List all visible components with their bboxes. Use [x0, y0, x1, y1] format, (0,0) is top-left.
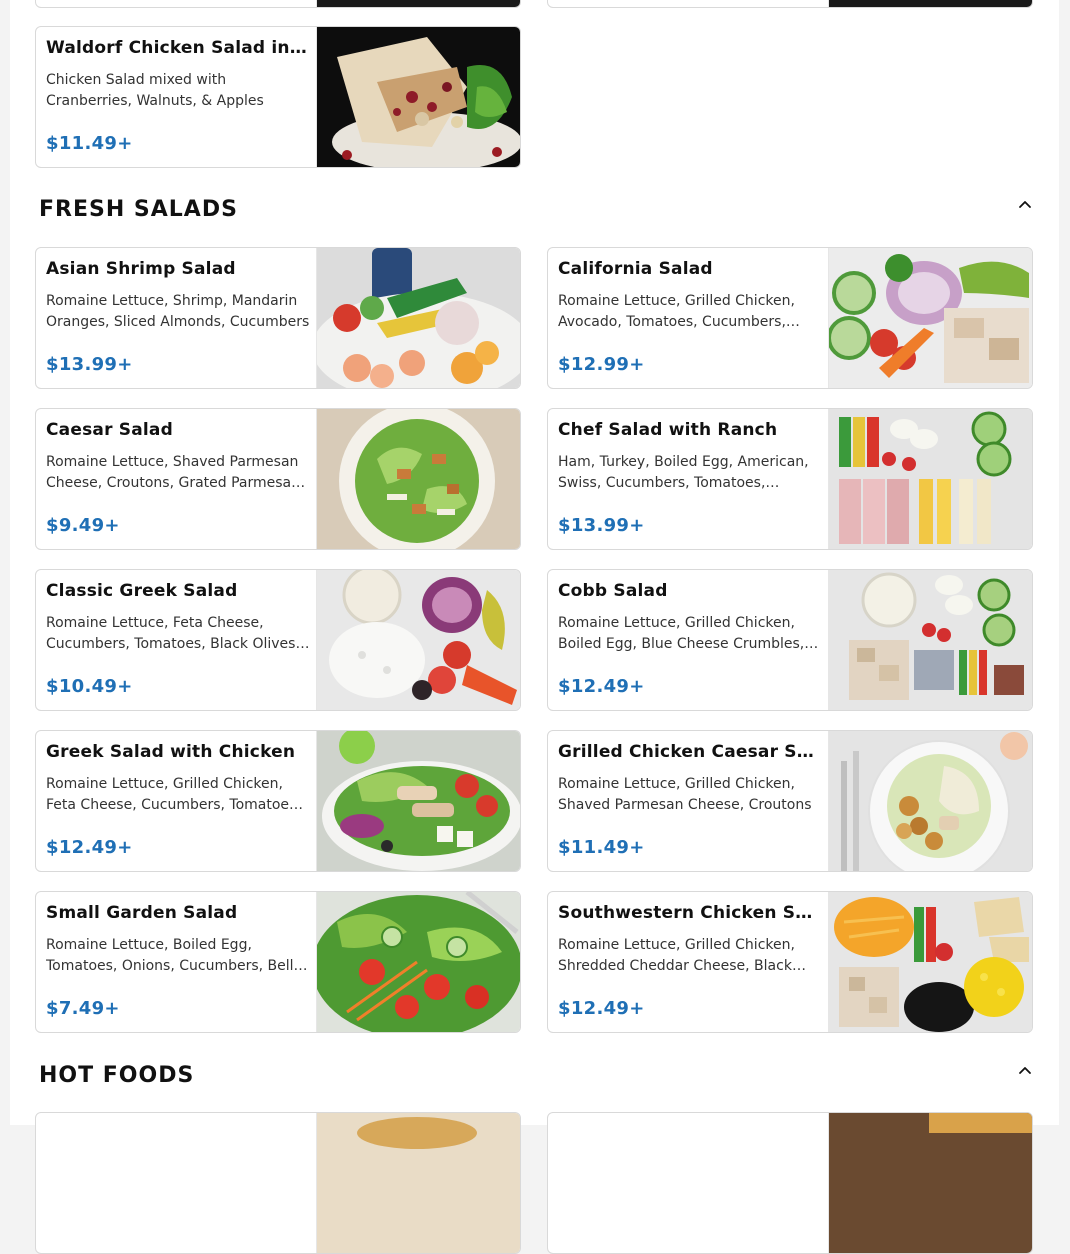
- section-title-fresh-salads: FRESH SALADS: [39, 197, 238, 222]
- item-description: Romaine Lettuce, Boiled Egg, Tomatoes, O…: [46, 937, 294, 974]
- food-photo: [828, 1113, 1032, 1253]
- item-description: Romaine Lettuce, Grilled Chicken, Feta C…: [46, 776, 301, 813]
- item-price: $12.49+: [46, 837, 133, 858]
- item-description: Romaine Lettuce, Grilled Chicken, Shredd…: [558, 937, 795, 974]
- food-photo: [316, 409, 520, 549]
- item-name: California Salad: [558, 259, 713, 279]
- food-photo: [316, 27, 520, 167]
- item-price: $10.49+: [46, 676, 133, 697]
- food-photo: [828, 0, 1032, 7]
- food-photo: [316, 1113, 520, 1253]
- menu-item-card[interactable]: California Salad Romaine Lettuce, Grille…: [547, 247, 1033, 389]
- item-name: Grilled Chicken Caesar Salad: [558, 742, 822, 762]
- item-description: Romaine Lettuce, Grilled Chicken, Avocad…: [558, 293, 795, 330]
- item-price: $9.49+: [46, 515, 120, 536]
- item-description: Ham, Turkey, Boiled Egg, American, Swiss…: [558, 454, 809, 491]
- item-name: Waldorf Chicken Salad in Wrap: [46, 38, 310, 58]
- menu-item-card[interactable]: Waldorf Chicken Salad in Wrap Chicken Sa…: [35, 26, 521, 168]
- item-name: Caesar Salad: [46, 420, 173, 440]
- food-photo: [316, 248, 520, 388]
- item-price: $12.49+: [558, 676, 645, 697]
- item-description: Romaine Lettuce, Feta Cheese, Cucumbers,…: [46, 615, 300, 652]
- item-name: Asian Shrimp Salad: [46, 259, 236, 279]
- item-price: $7.49+: [46, 998, 120, 1019]
- menu-item-card[interactable]: Southwestern Chicken Salad Romaine Lettu…: [547, 891, 1033, 1033]
- menu-item-card[interactable]: Small Garden Salad Romaine Lettuce, Boil…: [35, 891, 521, 1033]
- item-name: Southwestern Chicken Salad: [558, 903, 822, 923]
- food-photo: [828, 731, 1032, 871]
- menu-item-card[interactable]: Cobb Salad Romaine Lettuce, Grilled Chic…: [547, 569, 1033, 711]
- food-photo: [828, 892, 1032, 1032]
- item-price: $12.49+: [558, 998, 645, 1019]
- item-price: $12.99+: [558, 354, 645, 375]
- food-photo: [828, 248, 1032, 388]
- food-photo: [828, 409, 1032, 549]
- food-photo: [316, 0, 520, 7]
- menu-item-card-partial[interactable]: [35, 1112, 521, 1254]
- menu-item-card-partial[interactable]: [547, 0, 1033, 8]
- chevron-up-icon[interactable]: [1016, 195, 1034, 213]
- menu-item-card[interactable]: Greek Salad with Chicken Romaine Lettuce…: [35, 730, 521, 872]
- menu-item-card[interactable]: Chef Salad with Ranch Ham, Turkey, Boile…: [547, 408, 1033, 550]
- item-description: Romaine Lettuce, Grilled Chicken, Boiled…: [558, 615, 805, 652]
- chevron-up-icon[interactable]: [1016, 1061, 1034, 1079]
- food-photo: [316, 892, 520, 1032]
- item-name: Greek Salad with Chicken: [46, 742, 296, 762]
- item-description: Chicken Salad mixed with Cranberries, Wa…: [46, 72, 264, 109]
- item-name: Cobb Salad: [558, 581, 668, 601]
- item-name: Classic Greek Salad: [46, 581, 238, 601]
- item-description: Romaine Lettuce, Shaved Parmesan Cheese,…: [46, 454, 300, 491]
- item-price: $13.99+: [558, 515, 645, 536]
- menu-item-card[interactable]: Caesar Salad Romaine Lettuce, Shaved Par…: [35, 408, 521, 550]
- menu-item-card[interactable]: Grilled Chicken Caesar Salad Romaine Let…: [547, 730, 1033, 872]
- food-photo: [316, 731, 520, 871]
- item-price: $13.99+: [46, 354, 133, 375]
- food-photo: [828, 570, 1032, 710]
- item-description: Romaine Lettuce, Grilled Chicken, Shaved…: [558, 776, 812, 813]
- menu-item-card[interactable]: Asian Shrimp Salad Romaine Lettuce, Shri…: [35, 247, 521, 389]
- item-name: Chef Salad with Ranch: [558, 420, 778, 440]
- item-price: $11.49+: [558, 837, 645, 858]
- item-price: $11.49+: [46, 133, 133, 154]
- item-description: Romaine Lettuce, Shrimp, Mandarin Orange…: [46, 293, 310, 330]
- food-photo: [316, 570, 520, 710]
- item-name: Small Garden Salad: [46, 903, 238, 923]
- menu-item-card-partial[interactable]: [547, 1112, 1033, 1254]
- menu-item-card[interactable]: Classic Greek Salad Romaine Lettuce, Fet…: [35, 569, 521, 711]
- section-title-hot-foods: HOT FOODS: [39, 1063, 195, 1088]
- menu-item-card-partial[interactable]: [35, 0, 521, 8]
